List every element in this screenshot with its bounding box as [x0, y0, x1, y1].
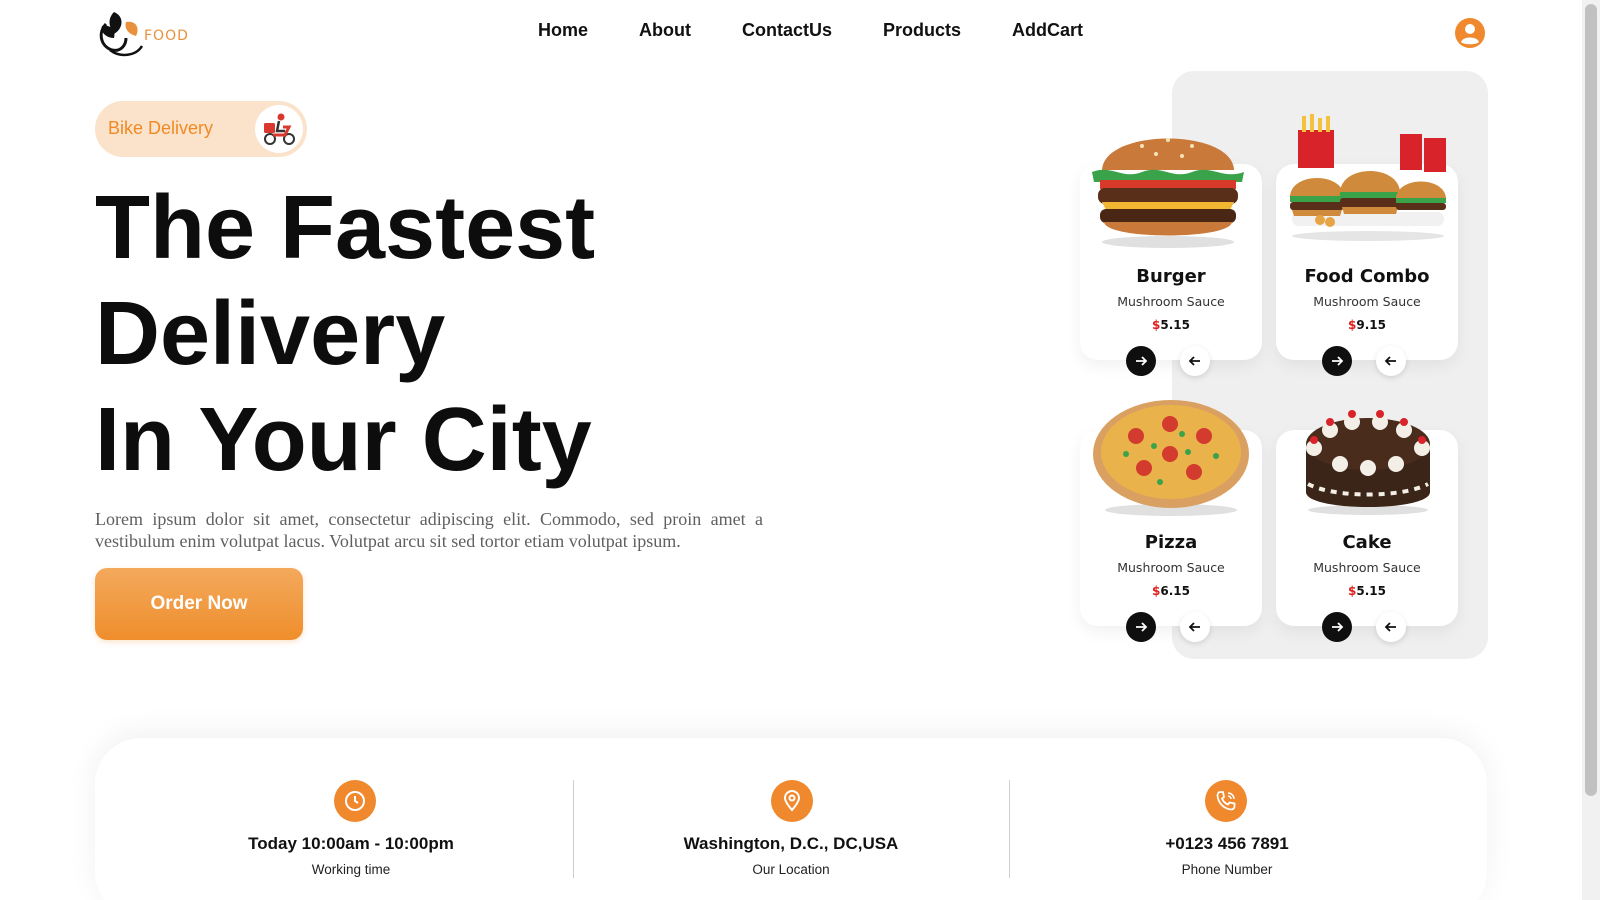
page-scrollbar[interactable] — [1582, 0, 1600, 900]
info-subtitle: Phone Number — [1181, 862, 1273, 877]
info-bar: Today 10:00am - 10:00pm Working time Was… — [95, 738, 1487, 900]
clock-icon — [334, 780, 376, 822]
next-arrow-button[interactable] — [1126, 346, 1156, 376]
order-now-button[interactable]: Order Now — [95, 568, 303, 640]
hero-title-line-1: The Fastest — [95, 178, 596, 278]
price-value: 5.15 — [1356, 584, 1386, 598]
prev-arrow-button[interactable] — [1180, 612, 1210, 642]
product-name: Pizza — [1144, 532, 1198, 553]
nav-contactus[interactable]: ContactUs — [742, 20, 832, 41]
scrollbar-thumb[interactable] — [1585, 4, 1597, 796]
hero-title-line-3: In Your City — [95, 390, 592, 490]
info-subtitle: Working time — [311, 862, 391, 877]
nav-products[interactable]: Products — [883, 20, 961, 41]
prev-arrow-button[interactable] — [1376, 346, 1406, 376]
info-working-time: Today 10:00am - 10:00pm Working time — [95, 738, 531, 900]
info-title: Washington, D.C., DC,USA — [683, 834, 899, 853]
nav-home[interactable]: Home — [538, 20, 588, 41]
pizza-image — [1093, 400, 1249, 516]
price-value: 9.15 — [1356, 318, 1386, 332]
cake-image — [1306, 410, 1430, 515]
product-subtitle: Mushroom Sauce — [1117, 560, 1225, 575]
product-subtitle: Mushroom Sauce — [1313, 294, 1421, 309]
bike-delivery-badge: Bike Delivery — [95, 101, 307, 157]
info-title: +0123 456 7891 — [1165, 834, 1289, 853]
arrow-right-icon — [1332, 356, 1344, 366]
price-value: 5.15 — [1160, 318, 1190, 332]
hero-title-line-2: Delivery — [95, 284, 446, 384]
arrow-right-icon — [1136, 622, 1148, 632]
arrow-left-icon — [1384, 622, 1396, 632]
product-subtitle: Mushroom Sauce — [1313, 560, 1421, 575]
hero-description: Lorem ipsum dolor sit amet, consectetur … — [95, 509, 763, 551]
info-phone: +0123 456 7891 Phone Number — [1009, 738, 1445, 900]
info-subtitle: Our Location — [752, 862, 830, 877]
food-combo-image — [1290, 114, 1446, 241]
product-name: Burger — [1136, 266, 1206, 287]
arrow-left-icon — [1188, 356, 1200, 366]
delivery-scooter-icon — [255, 105, 303, 153]
product-name: Food Combo — [1304, 266, 1430, 287]
arrow-right-icon — [1332, 622, 1344, 632]
product-price: $9.15 — [1276, 318, 1458, 332]
burger-image — [1092, 138, 1244, 248]
product-card-pizza[interactable]: Pizza Mushroom Sauce $6.15 — [1080, 400, 1262, 642]
info-location: Washington, D.C., DC,USA Our Location — [573, 738, 1009, 900]
nav-addcart[interactable]: AddCart — [1012, 20, 1083, 41]
product-card-cake[interactable]: Cake Mushroom Sauce $5.15 — [1276, 410, 1458, 642]
price-value: 6.15 — [1160, 584, 1190, 598]
product-price: $6.15 — [1080, 584, 1262, 598]
arrow-left-icon — [1188, 622, 1200, 632]
product-price: $5.15 — [1276, 584, 1458, 598]
next-arrow-button[interactable] — [1322, 346, 1352, 376]
nav-about[interactable]: About — [639, 20, 691, 41]
arrow-left-icon — [1384, 356, 1396, 366]
user-circle-icon[interactable] — [1454, 17, 1486, 49]
hero-title: The Fastest Delivery In Your City — [95, 175, 775, 493]
main-nav: Home About ContactUs Products AddCart — [0, 20, 1580, 48]
location-pin-icon — [771, 780, 813, 822]
product-card-food-combo[interactable]: Food Combo Mushroom Sauce $9.15 — [1276, 114, 1458, 376]
prev-arrow-button[interactable] — [1180, 346, 1210, 376]
prev-arrow-button[interactable] — [1376, 612, 1406, 642]
product-price: $5.15 — [1080, 318, 1262, 332]
bike-delivery-label: Bike Delivery — [108, 118, 214, 138]
info-title: Today 10:00am - 10:00pm — [248, 834, 454, 853]
phone-icon — [1205, 780, 1247, 822]
next-arrow-button[interactable] — [1126, 612, 1156, 642]
next-arrow-button[interactable] — [1322, 612, 1352, 642]
product-name: Cake — [1342, 532, 1392, 553]
arrow-right-icon — [1136, 356, 1148, 366]
product-card-burger[interactable]: Burger Mushroom Sauce $5.15 — [1080, 138, 1262, 376]
product-subtitle: Mushroom Sauce — [1117, 294, 1225, 309]
